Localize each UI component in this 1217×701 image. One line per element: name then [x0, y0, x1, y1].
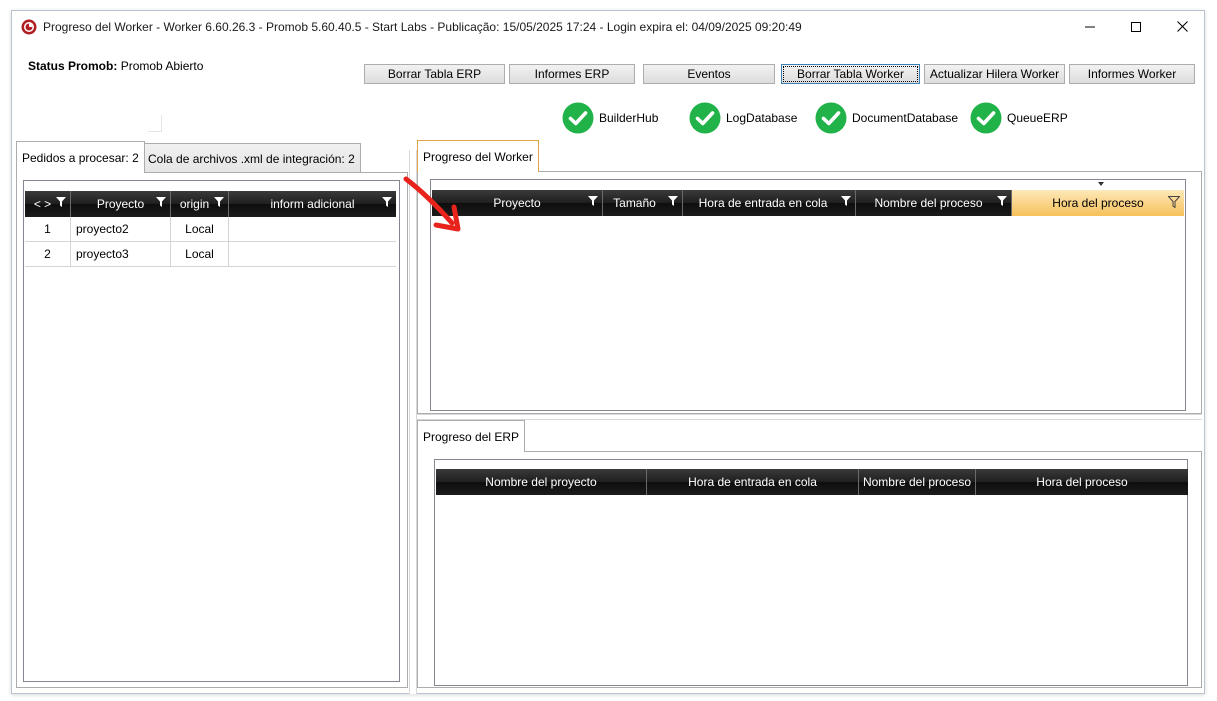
row-proyecto: proyecto2 [71, 217, 171, 241]
service-builderhub: BuilderHub [562, 101, 658, 135]
promob-logo-icon [21, 19, 37, 34]
column-header-hora-proceso[interactable]: Hora del proceso [976, 469, 1188, 495]
service-queueerp: QueueERP [970, 101, 1068, 135]
column-header-origin[interactable]: origin [171, 191, 229, 217]
status-placeholder [148, 115, 162, 132]
table-row[interactable]: 1 proyecto2 Local [25, 217, 396, 242]
app-window: Progreso del Worker - Worker 6.60.26.3 -… [11, 10, 1205, 694]
actualizar-hilera-worker-button[interactable]: Actualizar Hilera Worker [924, 64, 1065, 84]
row-proyecto: proyecto3 [71, 242, 171, 266]
column-header-hora-entrada-cola[interactable]: Hora de entrada en cola [683, 190, 856, 216]
sort-caret-icon [1098, 182, 1104, 186]
filter-icon[interactable] [56, 197, 66, 207]
column-header-nombre-proceso[interactable]: Nombre del proceso [859, 469, 976, 495]
worker-grid-header: Proyecto Tamaño Hora de entrada en cola … [432, 190, 1184, 216]
eventos-button[interactable]: Eventos [643, 64, 775, 84]
check-circle-icon [970, 102, 1002, 134]
tab-pedidos-a-procesar[interactable]: Pedidos a procesar: 2 [16, 141, 145, 173]
table-row[interactable]: 2 proyecto3 Local [25, 242, 396, 267]
minimize-button[interactable] [1067, 11, 1113, 42]
row-info [229, 217, 396, 241]
service-label: BuilderHub [599, 111, 659, 125]
column-header-nombre-proyecto[interactable]: Nombre del proyecto [436, 469, 647, 495]
status-promob: Status Promob: Promob Abierto [28, 59, 203, 73]
filter-icon[interactable] [156, 197, 166, 207]
column-header-hora-entrada-cola[interactable]: Hora de entrada en cola [647, 469, 859, 495]
maximize-button[interactable] [1113, 11, 1159, 42]
window-title: Progreso del Worker - Worker 6.60.26.3 -… [43, 19, 802, 34]
column-header-index[interactable]: < > [25, 191, 71, 217]
informes-erp-button[interactable]: Informes ERP [509, 64, 635, 84]
check-circle-icon [815, 102, 847, 134]
minimize-icon [1085, 26, 1095, 27]
service-label: QueueERP [1007, 111, 1068, 125]
status-value: Promob Abierto [120, 59, 204, 73]
close-button[interactable] [1159, 11, 1205, 42]
row-origin: Local [171, 217, 229, 241]
borrar-tabla-worker-button[interactable]: Borrar Tabla Worker [781, 64, 920, 84]
pedidos-grid: < > Proyecto origin inform adicional 1 p… [23, 180, 400, 682]
vertical-splitter[interactable] [409, 150, 417, 694]
tab-progreso-worker[interactable]: Progreso del Worker [417, 140, 539, 172]
borrar-tabla-erp-button[interactable]: Borrar Tabla ERP [364, 64, 505, 84]
maximize-icon [1131, 21, 1141, 32]
row-index: 2 [25, 242, 71, 266]
service-documentdatabase: DocumentDatabase [815, 101, 958, 135]
close-icon [1176, 21, 1188, 32]
service-label: DocumentDatabase [852, 111, 959, 125]
column-header-tamano[interactable]: Tamaño [603, 190, 683, 216]
erp-grid: Nombre del proyecto Hora de entrada en c… [434, 459, 1188, 686]
informes-worker-button[interactable]: Informes Worker [1069, 64, 1195, 84]
filter-icon[interactable] [1168, 196, 1180, 208]
tab-cola-archivos-xml[interactable]: Cola de archivos .xml de integración: 2 [142, 143, 361, 173]
filter-icon[interactable] [841, 196, 851, 206]
filter-icon[interactable] [214, 197, 224, 207]
filter-icon[interactable] [997, 196, 1007, 206]
filter-icon[interactable] [668, 196, 678, 206]
erp-grid-header: Nombre del proyecto Hora de entrada en c… [436, 469, 1188, 495]
service-label: LogDatabase [726, 111, 798, 125]
title-bar: Progreso del Worker - Worker 6.60.26.3 -… [12, 11, 1204, 42]
erp-panel: Nombre del proyecto Hora de entrada en c… [417, 451, 1202, 688]
check-circle-icon [689, 102, 721, 134]
filter-icon[interactable] [588, 196, 598, 206]
column-header-hora-proceso[interactable]: Hora del proceso [1012, 190, 1184, 216]
row-index: 1 [25, 217, 71, 241]
pedidos-panel: < > Proyecto origin inform adicional 1 p… [16, 172, 408, 688]
pedidos-grid-header: < > Proyecto origin inform adicional [25, 191, 396, 217]
status-label: Status Promob: [28, 59, 118, 73]
row-origin: Local [171, 242, 229, 266]
column-header-nombre-proceso[interactable]: Nombre del proceso [856, 190, 1012, 216]
column-header-inform-adicional[interactable]: inform adicional [229, 191, 396, 217]
row-info [229, 242, 396, 266]
column-header-proyecto[interactable]: Proyecto [71, 191, 171, 217]
check-circle-icon [562, 102, 594, 134]
worker-grid: Proyecto Tamaño Hora de entrada en cola … [430, 179, 1186, 411]
filter-icon[interactable] [382, 197, 392, 207]
tab-progreso-erp[interactable]: Progreso del ERP [417, 420, 526, 452]
service-logdatabase: LogDatabase [689, 101, 797, 135]
column-header-proyecto[interactable]: Proyecto [432, 190, 603, 216]
worker-panel: Proyecto Tamaño Hora de entrada en cola … [417, 171, 1202, 414]
horizontal-splitter[interactable] [416, 414, 1202, 420]
